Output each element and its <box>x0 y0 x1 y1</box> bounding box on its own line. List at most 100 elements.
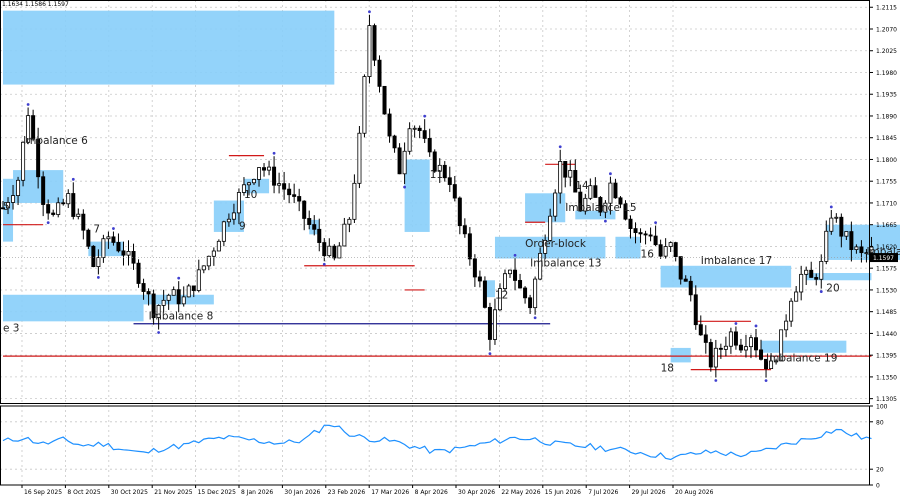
candle-body <box>257 167 262 180</box>
candle-body <box>723 345 728 350</box>
zone-label: 18 <box>661 363 674 375</box>
candle-body <box>407 128 412 152</box>
candle-body <box>528 297 533 309</box>
fractal-up <box>609 172 612 176</box>
zone-label: Imbalance 13 <box>530 257 601 269</box>
candle-body <box>859 246 864 254</box>
price-tick-label: 1.1440 <box>876 331 897 338</box>
fractal-up <box>558 145 562 149</box>
candle-body <box>834 216 839 219</box>
candle-body <box>181 296 186 305</box>
fractal-up <box>368 10 371 14</box>
zone-label: 20 <box>826 282 839 294</box>
candle-body <box>46 204 51 214</box>
date-tick-label: 29 Jul 2026 <box>632 489 666 496</box>
price-tick-label: 1.1350 <box>876 374 897 381</box>
candle-body <box>673 242 678 257</box>
candle-body <box>21 141 26 181</box>
candle-body <box>307 218 312 225</box>
zone-label: 10 <box>244 189 257 201</box>
fractal-up <box>829 205 833 209</box>
candle-body <box>693 294 698 326</box>
price-tick-label: 1.1800 <box>876 157 897 164</box>
candle-body <box>412 127 417 130</box>
zone-label: e 3 <box>3 323 19 335</box>
candle-body <box>251 179 256 184</box>
price-tick-label: 1.1305 <box>876 396 897 403</box>
candle-body <box>61 202 66 205</box>
candle-body <box>518 280 523 289</box>
date-tick-label: 30 Apr 2026 <box>458 489 495 496</box>
date-tick-label: 16 Sep 2025 <box>24 489 62 496</box>
zone-label: 12 <box>495 290 508 302</box>
candle-body <box>176 289 181 305</box>
candle-body <box>708 342 713 368</box>
candle-body <box>231 212 236 220</box>
date-tick-label: 23 Feb 2026 <box>328 489 366 496</box>
candle-body <box>658 244 663 257</box>
candle-body <box>201 265 206 271</box>
rsi-pane-frame <box>0 405 870 486</box>
candle-body <box>246 182 251 186</box>
candle-body <box>829 217 834 232</box>
zone-label: 7 <box>93 224 100 236</box>
imbalance-19 <box>761 340 847 353</box>
candle-body <box>633 228 638 234</box>
price-chart[interactable]: Imbalance 6 5 7 e 3 Imbalance 8 9 10 11 12 14 Imba… <box>0 0 900 500</box>
candle-body <box>728 331 733 347</box>
fractal-down <box>322 262 326 266</box>
candle-body <box>733 331 738 346</box>
candle-body <box>16 179 21 196</box>
candle-body <box>548 215 553 241</box>
candle-body <box>317 228 322 243</box>
candle-body <box>472 258 477 278</box>
zone-label: 9 <box>239 221 246 233</box>
zone-top <box>3 10 335 85</box>
candle-body <box>814 277 819 280</box>
date-tick-label: 7 Jul 2026 <box>588 489 618 496</box>
current-price-label: 1.1597 <box>873 255 894 262</box>
candle-body <box>638 232 643 235</box>
candle-body <box>799 273 804 293</box>
fractal-up <box>177 276 181 280</box>
candle-body <box>447 177 452 185</box>
candle-body <box>277 183 282 186</box>
candle-body <box>663 246 668 257</box>
candle-body <box>377 59 382 87</box>
fractal-up <box>754 324 758 328</box>
price-tick-label: 1.1935 <box>876 92 897 99</box>
price-tick-label: 1.2070 <box>876 26 897 33</box>
candle-body <box>332 245 337 259</box>
zone-label: 11 <box>430 169 443 181</box>
candle-body <box>668 242 673 247</box>
candle-body <box>477 276 482 282</box>
fractal-down <box>764 379 768 383</box>
candle-body <box>553 192 558 217</box>
candle-body <box>402 150 407 175</box>
candle-body <box>186 285 191 298</box>
date-tick-label: 15 Dec 2025 <box>198 489 237 496</box>
fractal-down <box>96 276 100 279</box>
imbalance-18 <box>670 347 691 363</box>
candle-body <box>513 269 518 281</box>
rsi-line <box>2 424 872 461</box>
candle-body <box>653 235 658 246</box>
candle-body <box>442 164 447 179</box>
zone-label: Imbalance 19 <box>766 353 837 365</box>
candle-body <box>272 166 277 186</box>
fractal-up <box>734 322 738 325</box>
candle-body <box>492 309 497 340</box>
rsi-tick-label: 20 <box>876 467 884 474</box>
fractal-down <box>157 331 161 334</box>
price-tick-label: 1.1845 <box>876 135 897 142</box>
candle-body <box>96 257 101 268</box>
zone-label: Imbalance 15 <box>565 202 636 214</box>
zone-annotations: Imbalance 6 5 7 e 3 Imbalance 8 9 10 11 12 14 Imba… <box>3 135 900 375</box>
candle-body <box>593 185 598 198</box>
candle-body <box>487 306 492 340</box>
candle-body <box>282 183 287 190</box>
fractal-down <box>46 221 50 225</box>
candle-body <box>287 188 292 196</box>
date-tick-label: 20 Aug 2026 <box>675 489 714 496</box>
candle-body <box>743 346 748 351</box>
